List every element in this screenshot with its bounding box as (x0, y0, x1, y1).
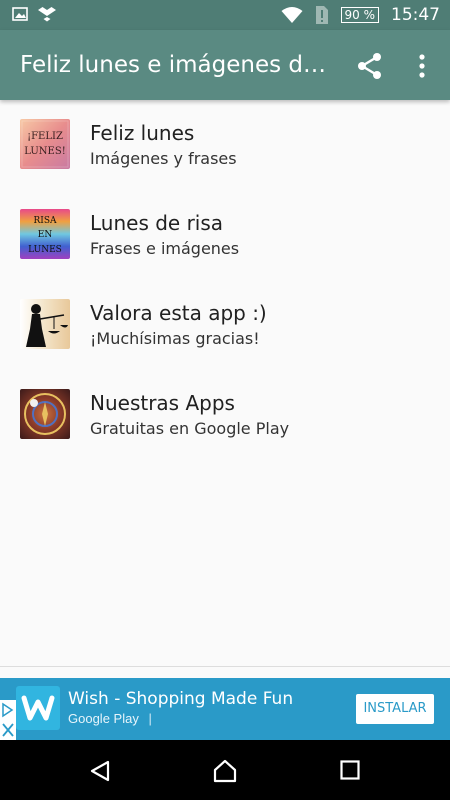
lunes-de-risa-thumbnail: RISA EN LUNES (20, 209, 70, 259)
status-clock: 15:47 (391, 5, 440, 25)
image-notification-icon (12, 7, 28, 21)
ad-banner[interactable]: Wish - Shopping Made Fun Google Play | I… (0, 678, 450, 740)
feliz-lunes-thumbnail: ¡FELIZ LUNES! (20, 119, 70, 169)
adchoices-icon[interactable] (0, 700, 16, 740)
sim-alert-icon (315, 6, 328, 24)
home-icon[interactable] (212, 758, 238, 784)
wish-w-icon (21, 695, 55, 721)
list-item-valora-app[interactable]: Valora esta app :) ¡Muchísimas gracias! (0, 280, 450, 370)
navigation-bar (0, 740, 450, 800)
svg-text:RISA: RISA (34, 216, 57, 226)
ad-store: Google Play | (68, 711, 152, 726)
justice-silhouette-thumbnail (20, 299, 70, 349)
list-item-lunes-de-risa[interactable]: RISA EN LUNES Lunes de risa Frases e imá… (0, 190, 450, 280)
nuestras-apps-thumbnail (20, 389, 70, 439)
battery-indicator: 90 % (340, 7, 379, 23)
scales-of-justice-icon (26, 304, 68, 347)
item-subtitle: Gratuitas en Google Play (90, 419, 290, 438)
share-icon[interactable] (356, 52, 384, 80)
item-title: Feliz lunes (90, 121, 195, 145)
item-title: Nuestras Apps (90, 391, 235, 415)
feliz-lunes-thumb-art: ¡FELIZ LUNES! (21, 120, 69, 168)
recent-apps-icon[interactable] (340, 760, 360, 780)
item-subtitle: ¡Muchísimas gracias! (90, 329, 260, 348)
ad-title: Wish - Shopping Made Fun (68, 689, 294, 709)
dropbox-icon (38, 7, 56, 22)
more-options-icon[interactable] (412, 52, 432, 80)
svg-text:¡FELIZ: ¡FELIZ (27, 131, 63, 142)
lunes-de-risa-thumb-art: RISA EN LUNES (28, 216, 62, 255)
ornament-art (24, 393, 66, 435)
divider (0, 666, 450, 667)
wifi-icon (281, 7, 302, 23)
install-button[interactable]: INSTALAR (356, 694, 434, 724)
menu-list: ¡FELIZ LUNES! Feliz lunes Imágenes y fra… (0, 100, 450, 460)
item-subtitle: Frases e imágenes (90, 239, 240, 258)
app-bar: Feliz lunes e imágenes de... (0, 30, 450, 100)
status-bar: 90 % 15:47 (0, 0, 450, 30)
back-icon[interactable] (88, 759, 112, 783)
svg-text:LUNES!: LUNES! (24, 146, 65, 157)
list-item-feliz-lunes[interactable]: ¡FELIZ LUNES! Feliz lunes Imágenes y fra… (0, 100, 450, 190)
item-subtitle: Imágenes y frases (90, 149, 237, 168)
item-title: Valora esta app :) (90, 301, 267, 325)
svg-text:EN: EN (38, 230, 53, 240)
page-title: Feliz lunes e imágenes de... (20, 52, 330, 78)
ad-store-label: Google Play (68, 711, 139, 726)
wish-logo (16, 686, 60, 730)
item-title: Lunes de risa (90, 211, 224, 235)
svg-text:LUNES: LUNES (28, 245, 62, 255)
list-item-nuestras-apps[interactable]: Nuestras Apps Gratuitas en Google Play (0, 370, 450, 460)
